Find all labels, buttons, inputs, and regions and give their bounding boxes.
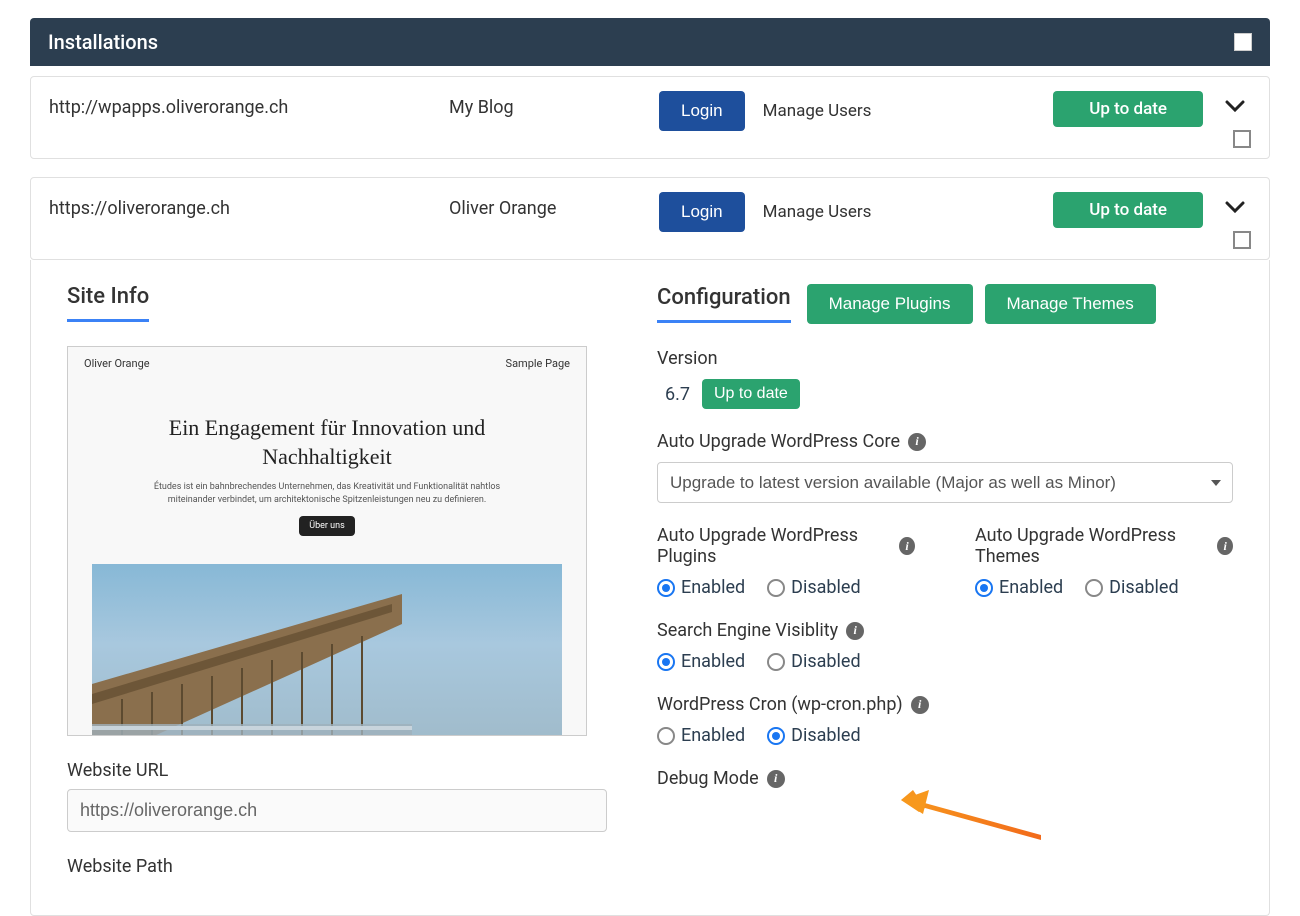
search-disabled-radio[interactable]: Disabled [767,651,860,672]
info-icon[interactable]: i [899,537,915,555]
auto-themes-label: Auto Upgrade WordPress Themes [975,525,1209,567]
themes-disabled-radio[interactable]: Disabled [1085,577,1178,598]
site-url[interactable]: https://oliverorange.ch [49,192,449,219]
cron-disabled-radio[interactable]: Disabled [767,725,860,746]
site-screenshot: Oliver Orange Sample Page Ein Engagement… [67,346,587,736]
manage-users-link[interactable]: Manage Users [763,101,872,121]
installations-header: Installations [30,18,1270,66]
installation-row: https://oliverorange.ch Oliver Orange Lo… [30,177,1270,260]
select-all-checkbox[interactable] [1234,33,1252,51]
status-badge: Up to date [1053,91,1203,127]
detail-panel: Site Info Oliver Orange Sample Page Ein … [30,260,1270,916]
search-enabled-radio[interactable]: Enabled [657,651,745,672]
auto-core-select[interactable]: Upgrade to latest version available (Maj… [657,462,1233,503]
version-label: Version [657,348,1233,369]
website-url-label: Website URL [67,760,607,781]
site-name: My Blog [449,91,659,118]
search-visibility-label: Search Engine Visiblity [657,620,838,641]
screenshot-headline: Ein Engagement für Innovation und Nachha… [138,414,516,471]
cron-enabled-radio[interactable]: Enabled [657,725,745,746]
info-icon[interactable]: i [846,622,864,640]
info-icon[interactable]: i [911,696,929,714]
row-checkbox[interactable] [1233,231,1251,249]
chevron-down-icon[interactable] [1219,192,1251,223]
website-url-input[interactable] [67,789,607,832]
debug-label: Debug Mode [657,768,759,789]
site-url[interactable]: http://wpapps.oliverorange.ch [49,91,449,118]
plugins-disabled-radio[interactable]: Disabled [767,577,860,598]
status-badge: Up to date [1053,192,1203,228]
manage-plugins-button[interactable]: Manage Plugins [807,284,973,324]
screenshot-hero-image [92,564,562,736]
screenshot-paragraph: Études ist ein bahnbrechendes Unternehme… [138,481,516,506]
header-title: Installations [48,30,158,54]
info-icon[interactable]: i [1217,537,1233,555]
manage-themes-button[interactable]: Manage Themes [985,284,1156,324]
installation-row: http://wpapps.oliverorange.ch My Blog Lo… [30,76,1270,159]
screenshot-nav: Sample Page [506,357,570,370]
info-icon[interactable]: i [908,433,926,451]
site-name: Oliver Orange [449,192,659,219]
version-status-badge: Up to date [702,379,800,409]
auto-plugins-label: Auto Upgrade WordPress Plugins [657,525,891,567]
plugins-enabled-radio[interactable]: Enabled [657,577,745,598]
tab-site-info[interactable]: Site Info [67,284,149,322]
manage-users-link[interactable]: Manage Users [763,202,872,222]
themes-enabled-radio[interactable]: Enabled [975,577,1063,598]
info-icon[interactable]: i [767,770,785,788]
row-checkbox[interactable] [1233,130,1251,148]
website-path-label: Website Path [67,856,607,877]
chevron-down-icon[interactable] [1219,91,1251,122]
screenshot-cta: Über uns [299,516,355,536]
screenshot-brand: Oliver Orange [84,357,150,370]
version-value: 6.7 [657,384,690,405]
login-button[interactable]: Login [659,192,745,232]
cron-label: WordPress Cron (wp-cron.php) [657,694,903,715]
auto-core-label: Auto Upgrade WordPress Core [657,431,900,452]
tab-configuration[interactable]: Configuration [657,285,791,323]
login-button[interactable]: Login [659,91,745,131]
